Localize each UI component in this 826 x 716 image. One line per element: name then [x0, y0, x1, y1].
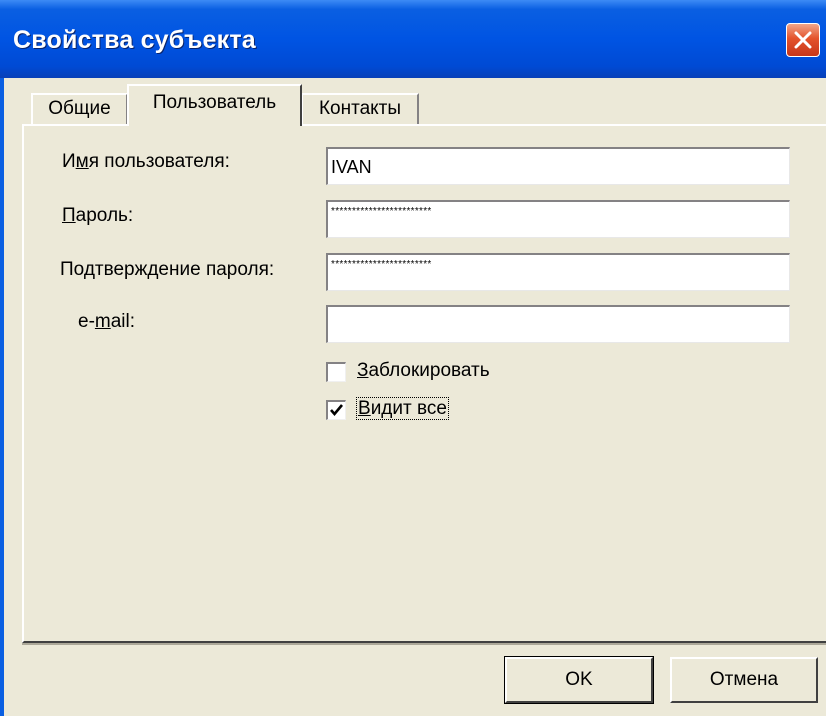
username-field[interactable]: IVAN	[326, 147, 790, 185]
block-label[interactable]: Заблокировать	[357, 360, 490, 382]
confirm-password-label: Подтверждение пароля:	[60, 259, 275, 280]
password-field[interactable]: ************************	[326, 200, 790, 238]
see-all-label[interactable]: Видит все	[356, 397, 449, 420]
properties-dialog: Свойства субъекта Общие Пользователь Кон…	[0, 0, 826, 716]
confirm-password-field[interactable]: ************************	[326, 253, 790, 291]
tab-user[interactable]: Пользователь	[127, 84, 302, 126]
block-checkbox[interactable]	[326, 362, 346, 382]
close-icon	[794, 31, 812, 49]
email-field[interactable]	[326, 305, 790, 343]
password-label: Пароль:	[62, 205, 134, 226]
separator	[22, 643, 826, 645]
cancel-button[interactable]: Отмена	[670, 657, 818, 703]
tab-contacts-label: Контакты	[318, 98, 402, 119]
tab-general-label: Общие	[48, 98, 111, 119]
tab-contacts[interactable]: Контакты	[301, 93, 419, 125]
ok-button[interactable]: OK	[504, 656, 654, 704]
confirm-password-value: ************************	[331, 259, 432, 270]
title-bar[interactable]: Свойства субъекта	[0, 0, 826, 78]
checkmark-icon	[330, 404, 343, 417]
email-label: e-mail:	[78, 311, 136, 332]
email-value	[331, 310, 788, 341]
window-title: Свойства субъекта	[13, 26, 256, 54]
window-frame	[0, 78, 4, 716]
username-value: IVAN	[331, 157, 372, 177]
tab-general[interactable]: Общие	[31, 93, 128, 125]
see-all-checkbox[interactable]	[326, 400, 346, 420]
password-value: ************************	[331, 206, 432, 217]
username-label: Имя пользователя:	[62, 151, 230, 172]
close-button[interactable]	[786, 23, 820, 57]
tab-user-label: Пользователь	[152, 92, 277, 113]
